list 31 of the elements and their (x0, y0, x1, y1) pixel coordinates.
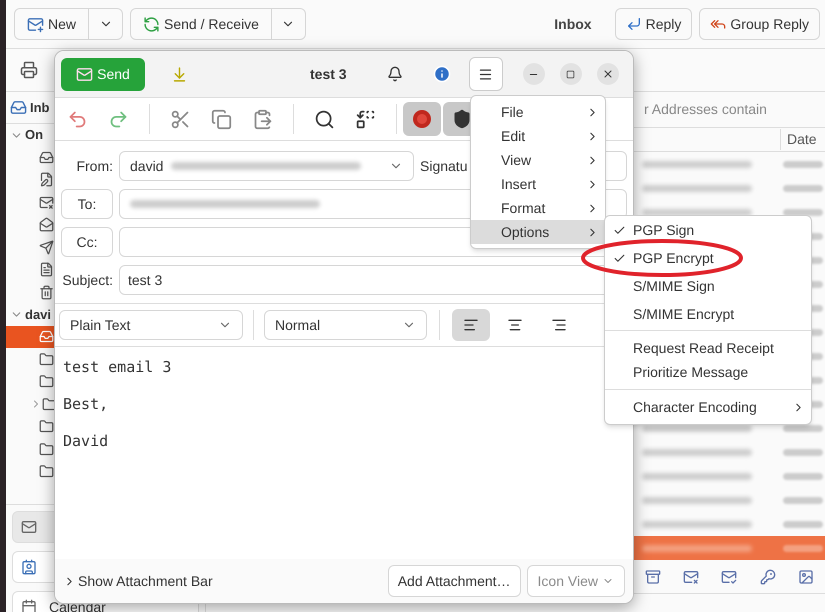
recipient-button[interactable]: Cc: (61, 227, 113, 257)
menu-item[interactable]: Format (471, 196, 605, 220)
attachment-bar-toggle[interactable]: Show Attachment Bar (63, 570, 213, 592)
reply-button[interactable]: Reply (614, 8, 692, 40)
account-name[interactable]: davi (25, 304, 52, 324)
body-line: Best, (63, 394, 110, 415)
toolbar-button[interactable]: New (14, 8, 90, 40)
sidebar-header: Inb (30, 98, 50, 117)
menu-item[interactable]: PGP Sign (605, 216, 811, 244)
window-title: test 3 (310, 64, 347, 84)
menu-item[interactable]: Insert (471, 172, 605, 196)
menu-item[interactable]: File (471, 100, 605, 124)
paragraph-select[interactable]: Normal (264, 310, 427, 340)
menu-item[interactable]: Edit (471, 124, 605, 148)
body-line: David (63, 431, 110, 452)
account-name[interactable]: On (25, 125, 44, 145)
field-label: Subject: (61, 270, 113, 290)
from-select[interactable]: david (119, 151, 414, 181)
body-line: test email 3 (63, 357, 172, 378)
column-header[interactable]: Date (780, 129, 825, 150)
recipient-button[interactable]: To: (61, 189, 113, 219)
add-attachment-button[interactable]: Add Attachment… (388, 565, 521, 597)
menu-item[interactable]: Options (471, 220, 605, 244)
format-select[interactable]: Plain Text (59, 310, 243, 340)
toolbar-button[interactable]: Send / Receive (130, 8, 272, 40)
menu-item[interactable]: View (471, 148, 605, 172)
field-label: From: (75, 156, 113, 176)
field-label: Signatu (420, 156, 468, 176)
menu-item[interactable]: S/MIME Encrypt (605, 300, 811, 328)
reply-button[interactable]: Group Reply (699, 8, 820, 40)
folder-title: Inbox (554, 14, 592, 34)
